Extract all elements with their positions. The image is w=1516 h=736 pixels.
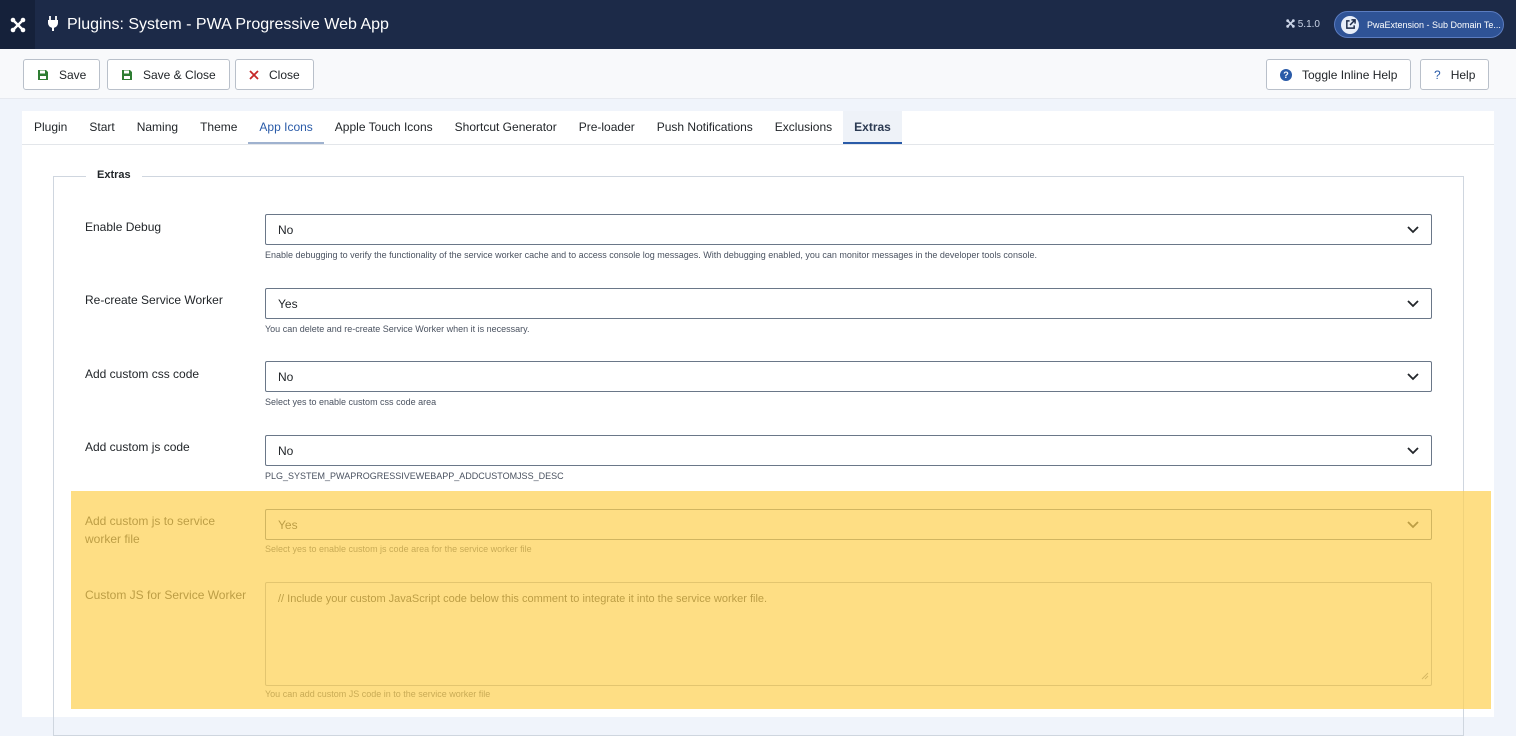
- tab-app-icons[interactable]: App Icons: [248, 111, 324, 144]
- custom-css-select[interactable]: No: [265, 361, 1432, 392]
- custom-js-sw-code: // Include your custom JavaScript code b…: [278, 593, 768, 605]
- fieldset-legend: Extras: [86, 169, 142, 181]
- resize-grip-icon[interactable]: [1421, 671, 1429, 683]
- tab-naming[interactable]: Naming: [126, 111, 189, 144]
- external-link-icon: [1341, 15, 1359, 34]
- question-mark-icon: ?: [1434, 67, 1441, 82]
- help-button[interactable]: ? Help: [1420, 59, 1490, 90]
- recreate-sw-value: Yes: [278, 296, 298, 311]
- question-circle-icon: ?: [1280, 68, 1292, 81]
- site-name: PwaExtension - Sub Domain Te...: [1367, 19, 1501, 30]
- page-title: Plugins: System - PWA Progressive Web Ap…: [47, 15, 389, 34]
- help-label: Help: [1450, 67, 1476, 82]
- save-label: Save: [59, 67, 87, 82]
- tab-bar: Plugin Start Naming Theme App Icons Appl…: [22, 111, 1494, 145]
- custom-js-sw-description: Select yes to enable custom js code area…: [265, 544, 532, 554]
- enable-debug-description: Enable debugging to verify the functiona…: [265, 250, 1037, 260]
- custom-js-sw-select[interactable]: Yes: [265, 509, 1432, 540]
- tab-plugin[interactable]: Plugin: [23, 111, 78, 144]
- custom-js-sw-code-label: Custom JS for Service Worker: [85, 588, 247, 602]
- save-icon: [121, 69, 133, 81]
- custom-js-description: PLG_SYSTEM_PWAPROGRESSIVEWEBAPP_ADDCUSTO…: [265, 471, 564, 481]
- recreate-sw-select[interactable]: Yes: [265, 288, 1432, 319]
- custom-js-value: No: [278, 443, 294, 458]
- recreate-sw-description: You can delete and re-create Service Wor…: [265, 324, 530, 334]
- tab-theme[interactable]: Theme: [189, 111, 248, 144]
- toolbar: Save Save & Close Close ? Toggle Inline …: [0, 49, 1516, 99]
- toggle-inline-help-button[interactable]: ? Toggle Inline Help: [1266, 59, 1412, 90]
- toggle-help-label: Toggle Inline Help: [1302, 67, 1398, 82]
- save-close-label: Save & Close: [143, 67, 216, 82]
- top-header: Plugins: System - PWA Progressive Web Ap…: [0, 0, 1516, 49]
- recreate-sw-label: Re-create Service Worker: [85, 293, 223, 307]
- chevron-down-icon: [1395, 215, 1431, 244]
- chevron-down-icon: [1395, 436, 1431, 465]
- custom-js-sw-value: Yes: [278, 517, 298, 532]
- custom-css-description: Select yes to enable custom css code are…: [265, 397, 437, 407]
- save-button[interactable]: Save: [23, 59, 101, 90]
- tab-shortcut-generator[interactable]: Shortcut Generator: [444, 111, 568, 144]
- tab-apple-touch-icons[interactable]: Apple Touch Icons: [324, 111, 444, 144]
- plug-icon: [47, 15, 59, 34]
- chevron-down-icon: [1395, 289, 1431, 318]
- chevron-down-icon: [1395, 510, 1431, 539]
- page-title-text: Plugins: System - PWA Progressive Web Ap…: [67, 15, 389, 33]
- custom-js-select[interactable]: No: [265, 435, 1432, 466]
- joomla-small-icon: [1286, 18, 1295, 31]
- svg-text:?: ?: [1283, 70, 1289, 80]
- custom-js-sw-label: Add custom js to service worker file: [85, 514, 216, 546]
- view-site-button[interactable]: PwaExtension - Sub Domain Te...: [1334, 11, 1504, 38]
- version-number: 5.1.0: [1297, 19, 1320, 30]
- tab-exclusions[interactable]: Exclusions: [764, 111, 843, 144]
- close-icon: [249, 69, 259, 80]
- custom-js-sw-code-description: You can add custom JS code in to the ser…: [265, 689, 491, 699]
- version-label: 5.1.0: [1286, 18, 1320, 31]
- close-button[interactable]: Close: [235, 59, 314, 90]
- enable-debug-select[interactable]: No: [265, 214, 1432, 245]
- custom-css-label: Add custom css code: [85, 367, 200, 381]
- custom-js-label: Add custom js code: [85, 440, 190, 454]
- tab-pre-loader[interactable]: Pre-loader: [568, 111, 646, 144]
- custom-css-value: No: [278, 369, 294, 384]
- enable-debug-label: Enable Debug: [85, 220, 162, 234]
- tab-push-notifications[interactable]: Push Notifications: [646, 111, 764, 144]
- tab-start[interactable]: Start: [78, 111, 125, 144]
- save-close-button[interactable]: Save & Close: [107, 59, 230, 90]
- joomla-logo-icon[interactable]: [0, 0, 35, 49]
- enable-debug-value: No: [278, 222, 294, 237]
- close-label: Close: [269, 67, 300, 82]
- tab-extras[interactable]: Extras: [843, 111, 902, 144]
- custom-js-sw-textarea[interactable]: // Include your custom JavaScript code b…: [265, 582, 1432, 686]
- chevron-down-icon: [1395, 362, 1431, 391]
- save-icon: [37, 69, 49, 81]
